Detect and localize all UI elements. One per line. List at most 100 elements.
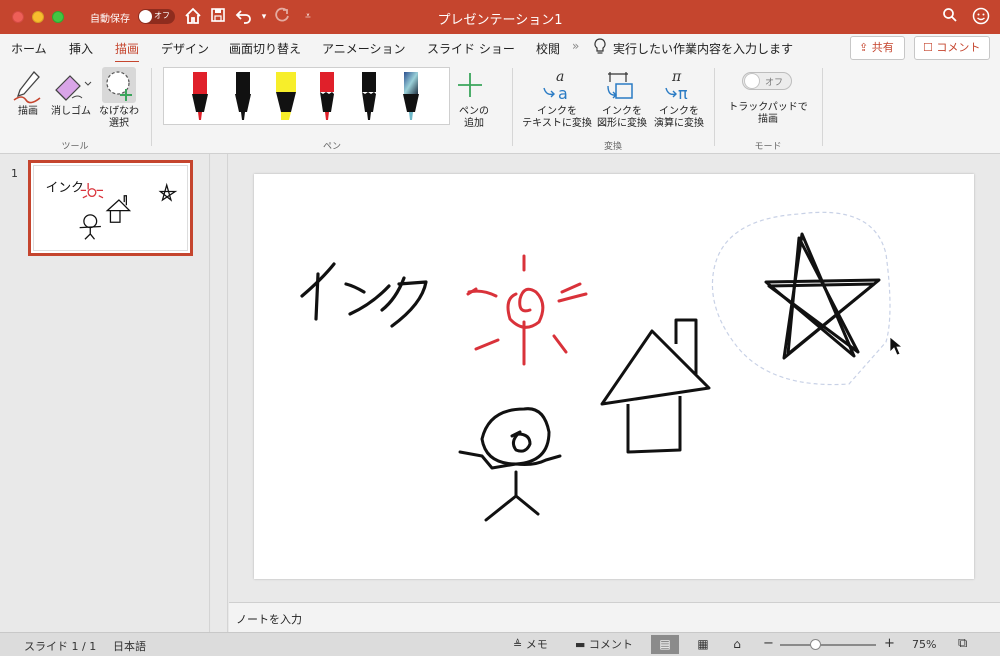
zoom-out-button[interactable]: − [763,636,774,651]
tab-insert[interactable]: 挿入 [69,40,93,57]
zoom-in-button[interactable]: + [884,636,895,651]
comment-icon: ☐ [923,41,933,54]
slide-sorter-icon: ▦ [697,637,709,651]
tab-review[interactable]: 校閲 [536,40,560,57]
presenter-view-button[interactable]: ⌂ [723,635,751,654]
svg-text:a: a [558,84,568,102]
home-icon[interactable] [183,7,203,27]
eraser-label: 消しゴム [51,106,91,117]
customize-toolbar-icon[interactable]: ⩡ [298,7,318,27]
red-pencil-button[interactable] [318,72,336,122]
ink-to-shape-button[interactable] [604,68,638,102]
add-pen-button[interactable] [455,70,485,100]
svg-text:a: a [556,69,564,85]
zoom-slider[interactable] [780,644,876,646]
highlighter-button[interactable] [275,72,297,122]
lasso-label-line1: なげなわ [99,106,139,117]
svg-text:π: π [671,69,682,85]
comment-bubble-icon: ▬ [575,638,586,651]
lasso-label: なげなわ 選択 [96,106,142,130]
save-icon[interactable] [208,7,228,27]
slide-counter: スライド 1 / 1 [24,640,97,653]
share-button[interactable]: ⇪ 共有 [850,36,905,60]
galaxy-pen-icon [403,72,419,120]
thumbnail-ink-text: インク [46,180,84,195]
close-window-button[interactable] [12,11,24,23]
ribbon-draw: 描画 消しゴム なげなわ 選択 ツール ペンの 追加 ペン a a インクを テ… [0,62,1000,154]
ink-to-text-label-line1: インクを [537,106,577,117]
sun-drawing [466,254,588,366]
mouse-pointer-icon [889,336,904,356]
lasso-select-button[interactable] [102,67,136,103]
add-icon [458,73,482,97]
pens-group-label: ペン [322,142,341,152]
trackpad-toggle-state: オフ [765,78,784,88]
search-icon[interactable] [940,7,960,27]
tools-group-label: ツール [61,142,89,152]
trackpad-draw-toggle[interactable]: オフ [742,72,792,90]
fit-to-window-icon[interactable]: ⧉ [958,636,967,651]
draw-tool-button[interactable] [12,68,44,104]
slide-thumbnail-preview: インク [33,165,188,251]
lasso-icon [106,71,132,101]
slide-number: 1 [11,167,18,180]
tab-transitions[interactable]: 画面切り替え [229,40,301,57]
ink-to-text-button[interactable]: a a [540,68,574,103]
draw-tool-label: 描画 [18,106,38,117]
undo-icon[interactable] [234,7,254,27]
star-drawing [764,232,881,360]
ribbon-separator [714,68,715,146]
slide-canvas[interactable]: インク [254,174,974,579]
slide-sorter-button[interactable]: ▦ [689,635,717,654]
autosave-toggle[interactable]: オフ [138,9,175,24]
more-tabs-icon[interactable]: » [572,39,579,53]
share-label: 共有 [871,41,894,54]
ink-to-math-button[interactable]: π π [662,68,696,103]
minimize-window-button[interactable] [32,11,44,23]
ink-to-math-label-line1: インクを [659,106,699,117]
ribbon-tabs: ホーム 挿入 描画 デザイン 画面切り替え アニメーション スライド ショー 校… [0,34,1000,64]
lasso-label-line2: 選択 [109,118,129,129]
tab-animations[interactable]: アニメーション [322,40,406,57]
red-pen-button[interactable] [191,72,209,122]
ribbon-separator [512,68,513,146]
slide-thumbnail[interactable]: インク [28,160,193,256]
trackpad-draw-label: トラックパッドで 描画 [722,102,814,126]
black-pen-button[interactable] [234,72,252,122]
normal-view-button[interactable]: ▤ [651,635,679,654]
add-pen-label-line2: 追加 [464,118,484,129]
language-indicator[interactable]: 日本語 [113,638,146,654]
tab-draw[interactable]: 描画 [115,40,140,64]
comments-button[interactable]: ☐ コメント [914,36,990,60]
tell-me-input[interactable]: 実行したい作業内容を入力します [613,40,793,57]
lightbulb-icon [593,38,607,59]
thumbnail-scrollbar[interactable] [211,154,228,632]
comments-toggle-button[interactable]: ▬ コメント [575,636,633,652]
tab-slideshow[interactable]: スライド ショー [427,40,515,57]
undo-dropdown-icon[interactable]: ▾ [254,7,274,27]
ribbon-separator [822,68,823,146]
redo-icon[interactable] [272,7,292,27]
svg-text:π: π [678,84,688,102]
add-pen-label: ペンの 追加 [452,106,496,130]
status-bar: スライド 1 / 1 日本語 ≜ メモ ▬ コメント ▤ ▦ ⌂ − + 75%… [0,632,1000,656]
tab-home[interactable]: ホーム [11,40,47,57]
zoom-level[interactable]: 75% [912,638,936,651]
black-pencil-button[interactable] [360,72,378,122]
slide-thumbnails-panel: 1 インク [0,154,210,632]
eraser-button[interactable] [52,68,92,104]
tab-design[interactable]: デザイン [161,40,209,57]
stick-figure-drawing [458,407,562,522]
notes-pane[interactable]: ノートを入力 [229,602,1000,632]
ink-to-shape-label-line2: 図形に変換 [597,118,647,129]
account-icon[interactable] [971,7,991,27]
ink-to-shape-label-line1: インクを [602,106,642,117]
galaxy-pen-button[interactable] [402,72,420,122]
zoom-window-button[interactable] [52,11,64,23]
comments-label: コメント [936,41,981,54]
notes-toggle-button[interactable]: ≜ メモ [513,636,548,652]
convert-group-label: 変換 [603,142,622,152]
ink-to-math-label: インクを 演算に変換 [648,106,710,130]
slide-editor: インク [229,154,1000,602]
zoom-slider-handle[interactable] [810,639,821,650]
